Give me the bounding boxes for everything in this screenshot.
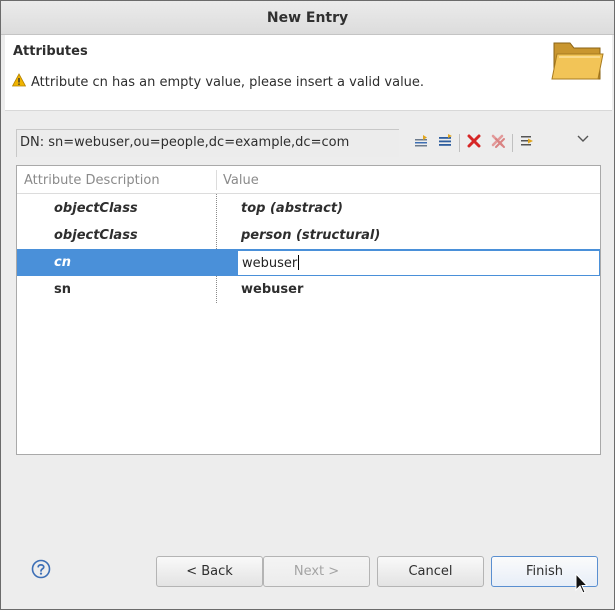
chevron-down-icon <box>577 132 589 147</box>
table-header: Attribute Description Value <box>17 166 600 194</box>
column-header-description[interactable]: Attribute Description <box>24 173 160 188</box>
new-entry-dialog: New Entry Attributes Attribute cn has an… <box>0 0 615 610</box>
toolbar-separator <box>459 134 460 152</box>
mouse-pointer-icon <box>575 572 589 595</box>
banner-message: Attribute cn has an empty value, please … <box>11 73 425 91</box>
attribute-description: objectClass <box>54 201 138 216</box>
table-row-selected[interactable]: cn webuser <box>17 249 600 276</box>
view-menu-button[interactable] <box>577 132 593 144</box>
delete-all-icon <box>490 133 506 153</box>
attribute-description: cn <box>54 255 71 270</box>
next-button[interactable]: Next > <box>263 556 370 587</box>
value-editor-input[interactable]: webuser <box>237 250 600 276</box>
new-attribute-button[interactable] <box>409 132 433 154</box>
editor-text: webuser <box>242 256 298 271</box>
table-row[interactable]: sn webuser <box>17 276 600 303</box>
toggle-editor-icon <box>519 133 535 153</box>
back-button[interactable]: < Back <box>156 556 263 587</box>
warning-icon <box>11 73 27 91</box>
toggle-editor-button[interactable] <box>515 132 539 154</box>
dialog-footer: < Back Next > Cancel Finish <box>1 541 614 609</box>
banner-message-text: Attribute cn has an empty value, please … <box>31 74 425 90</box>
text-caret <box>298 255 300 270</box>
table-row[interactable]: objectClass top (abstract) <box>17 195 600 222</box>
attribute-toolbar <box>409 132 539 154</box>
attribute-value: top (abstract) <box>241 201 343 216</box>
toolbar-separator <box>512 134 513 152</box>
new-value-icon <box>437 133 453 153</box>
banner-title: Attributes <box>13 44 88 59</box>
cancel-button[interactable]: Cancel <box>377 556 484 587</box>
table-row[interactable]: objectClass person (structural) <box>17 222 600 249</box>
attribute-value: webuser <box>241 282 304 297</box>
help-button[interactable] <box>31 559 51 579</box>
attribute-description: objectClass <box>54 228 138 243</box>
new-attribute-icon <box>413 133 429 153</box>
attribute-description: sn <box>54 282 71 297</box>
banner: Attributes Attribute cn has an empty val… <box>5 35 612 111</box>
window-title: New Entry <box>1 1 614 35</box>
delete-button[interactable] <box>462 132 486 154</box>
attributes-table[interactable]: Attribute Description Value objectClass … <box>16 165 601 455</box>
delete-all-button[interactable] <box>486 132 510 154</box>
attribute-value: person (structural) <box>241 228 381 243</box>
new-value-button[interactable] <box>433 132 457 154</box>
dn-label: DN: sn=webuser,ou=people,dc=example,dc=c… <box>16 129 399 157</box>
folder-icon <box>548 37 606 87</box>
delete-icon <box>467 134 481 152</box>
help-icon <box>31 559 51 583</box>
column-header-value[interactable]: Value <box>223 173 259 188</box>
column-separator <box>216 170 217 190</box>
